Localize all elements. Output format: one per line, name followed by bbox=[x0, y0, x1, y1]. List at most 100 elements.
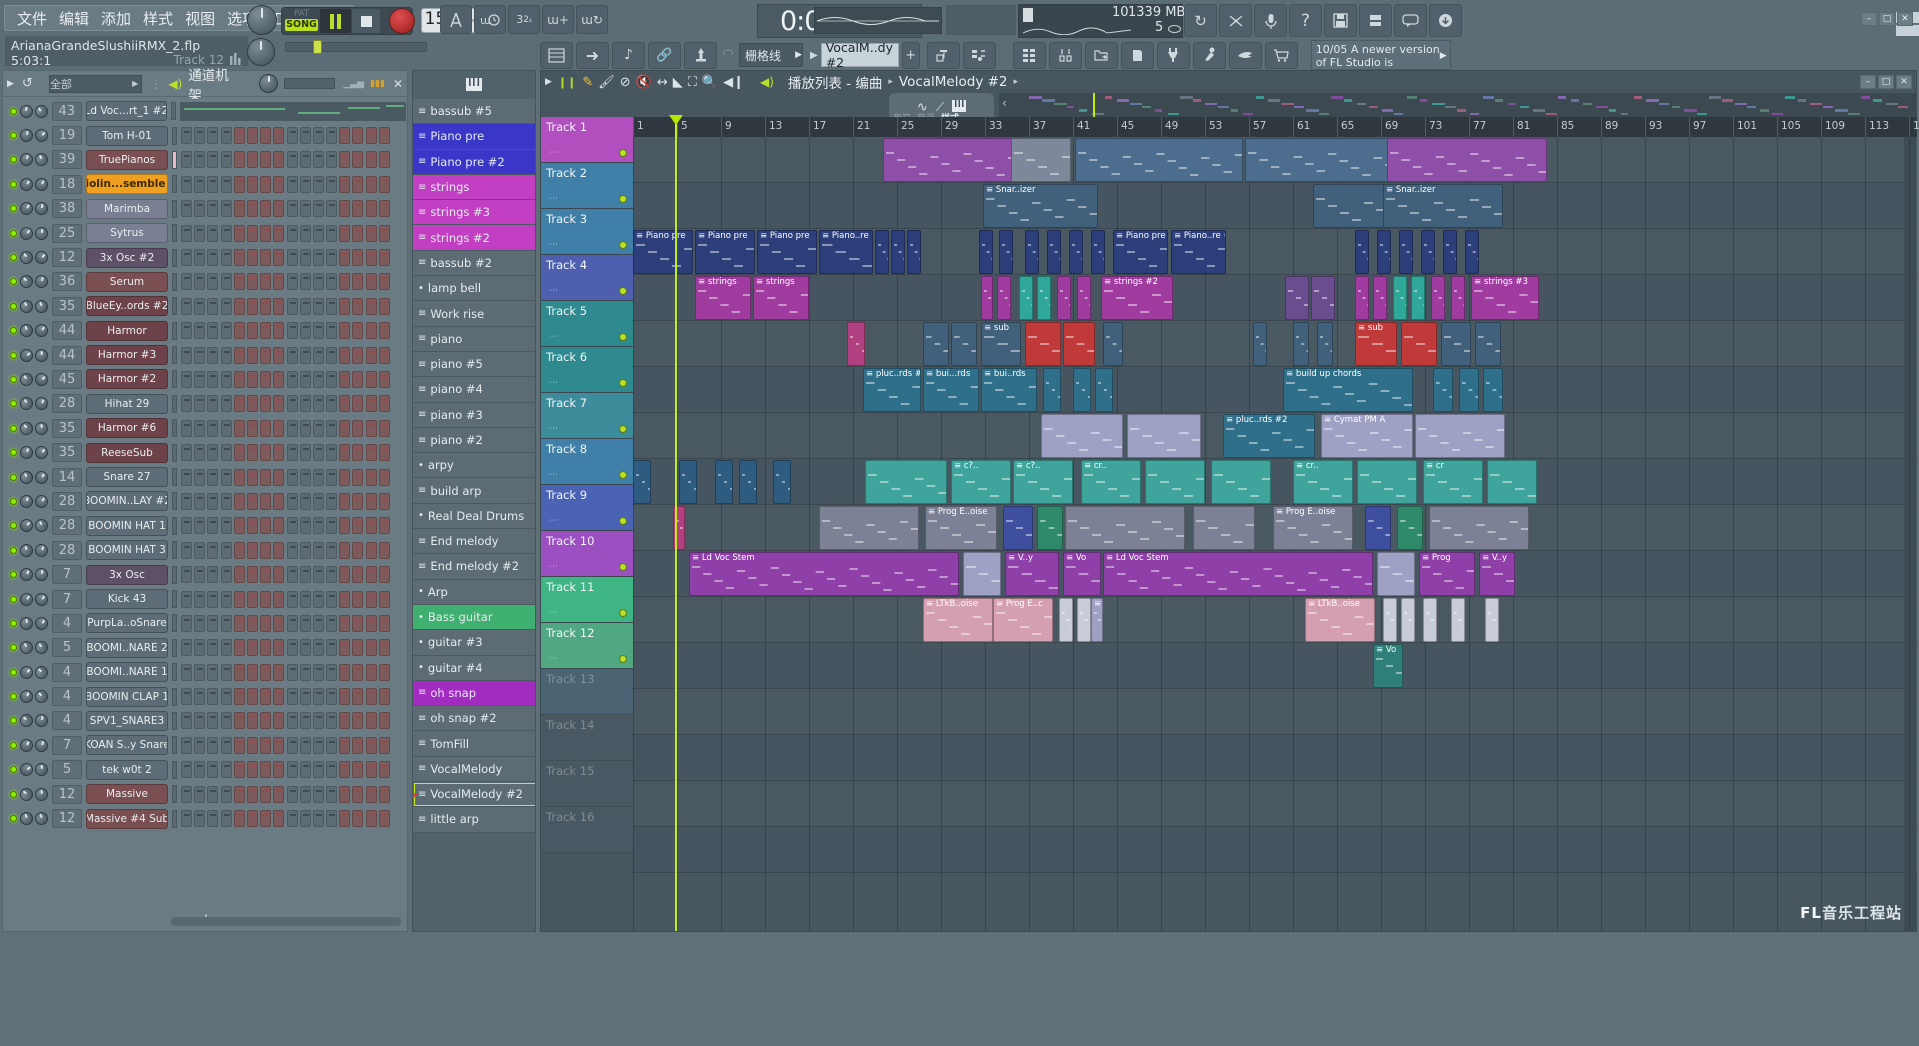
step-button[interactable] bbox=[300, 420, 311, 437]
channel-name-button[interactable]: SPV1_SNARE3 bbox=[86, 711, 168, 731]
step-button[interactable] bbox=[339, 298, 350, 315]
step-button[interactable] bbox=[326, 688, 337, 705]
step-button[interactable] bbox=[313, 469, 324, 486]
playlist-clip[interactable] bbox=[1285, 276, 1309, 320]
step-button[interactable] bbox=[287, 688, 298, 705]
step-button[interactable] bbox=[339, 200, 350, 217]
playlist-clip[interactable]: ≡ Vo bbox=[1373, 644, 1403, 688]
playlist-track-header[interactable]: Track 3 ⋯ bbox=[541, 209, 633, 255]
step-button[interactable] bbox=[352, 322, 363, 339]
step-button[interactable] bbox=[181, 176, 192, 193]
playlist-track-header[interactable]: Track 2 ⋯ bbox=[541, 163, 633, 209]
channel-row[interactable]: 5 BOOMI..NARE 2 bbox=[6, 636, 406, 660]
step-sequencer-row[interactable] bbox=[181, 395, 390, 412]
chat-icon[interactable] bbox=[1394, 4, 1427, 37]
step-button[interactable] bbox=[339, 517, 350, 534]
playlist-lane[interactable] bbox=[633, 643, 1917, 689]
channel-pan-knob[interactable] bbox=[33, 590, 51, 608]
playlist-clip[interactable] bbox=[1397, 506, 1423, 550]
playlist-clip[interactable]: ≡ bui...rds bbox=[923, 368, 979, 412]
step-button[interactable] bbox=[234, 761, 245, 778]
channel-mute-led[interactable] bbox=[10, 571, 17, 578]
step-button[interactable] bbox=[366, 566, 377, 583]
playlist-lane[interactable] bbox=[633, 367, 1917, 413]
step-button[interactable] bbox=[221, 517, 232, 534]
playlist-clip[interactable] bbox=[1423, 598, 1437, 642]
pattern-list-item[interactable]: ≡ End melody bbox=[413, 529, 536, 554]
track-options-icon[interactable]: ⋯ bbox=[549, 148, 558, 158]
step-button[interactable] bbox=[221, 469, 232, 486]
channel-pan-knob[interactable] bbox=[33, 517, 51, 535]
step-button[interactable] bbox=[287, 542, 298, 559]
channel-mixer-number[interactable]: 5 bbox=[52, 638, 82, 657]
step-button[interactable] bbox=[221, 664, 232, 681]
playlist-clip[interactable] bbox=[1127, 414, 1201, 458]
step-button[interactable] bbox=[313, 322, 324, 339]
channel-mixer-number[interactable]: 5 bbox=[52, 760, 82, 779]
step-button[interactable] bbox=[234, 420, 245, 437]
step-button[interactable] bbox=[247, 517, 258, 534]
step-button[interactable] bbox=[247, 151, 258, 168]
step-button[interactable] bbox=[300, 664, 311, 681]
channel-name-button[interactable]: Kick 43 bbox=[86, 589, 168, 609]
step-button[interactable] bbox=[260, 176, 271, 193]
step-sequencer-row[interactable] bbox=[181, 493, 390, 510]
channel-pan-knob[interactable] bbox=[32, 444, 50, 462]
overview-left-arrow[interactable]: ‹ bbox=[1002, 96, 1007, 110]
playlist-clip[interactable] bbox=[1415, 414, 1505, 458]
step-button[interactable] bbox=[366, 615, 377, 632]
step-sequencer-row[interactable] bbox=[181, 273, 390, 290]
channel-volume-knob[interactable] bbox=[18, 542, 35, 559]
step-sequencer-row[interactable] bbox=[181, 517, 390, 534]
step-button[interactable] bbox=[379, 712, 390, 729]
step-button[interactable] bbox=[234, 591, 245, 608]
step-button[interactable] bbox=[352, 225, 363, 242]
step-button[interactable] bbox=[300, 151, 311, 168]
step-button[interactable] bbox=[234, 444, 245, 461]
channel-mute-led[interactable] bbox=[10, 766, 17, 773]
step-button[interactable] bbox=[221, 371, 232, 388]
playlist-clip[interactable]: ≡ bui..rds bbox=[981, 368, 1037, 412]
menu-item-0[interactable]: 文件 bbox=[11, 8, 53, 29]
step-button[interactable] bbox=[352, 371, 363, 388]
playlist-clip[interactable] bbox=[999, 230, 1013, 274]
playlist-track-header[interactable]: Track 1 ⋯ bbox=[541, 117, 633, 163]
step-button[interactable] bbox=[287, 786, 298, 803]
step-button[interactable] bbox=[207, 420, 218, 437]
step-button[interactable] bbox=[273, 542, 284, 559]
step-button[interactable] bbox=[352, 127, 363, 144]
channel-row[interactable]: 12 Massive #4 Sub bbox=[6, 806, 406, 830]
pattern-list-item[interactable]: ≡ strings #2 bbox=[413, 225, 536, 250]
step-sequencer-row[interactable] bbox=[181, 639, 390, 656]
step-button[interactable] bbox=[352, 566, 363, 583]
step-button[interactable] bbox=[273, 444, 284, 461]
playlist-track-header[interactable]: Track 4 ⋯ bbox=[541, 255, 633, 301]
step-button[interactable] bbox=[260, 810, 271, 827]
step-button[interactable] bbox=[339, 249, 350, 266]
channel-row[interactable]: 4 SPV1_SNARE3 bbox=[6, 709, 406, 733]
channel-row[interactable]: 28 Hihat 29 bbox=[6, 392, 406, 416]
channel-pan-knob[interactable] bbox=[35, 202, 49, 216]
headphone-icon[interactable]: ◠ bbox=[720, 47, 736, 63]
playlist-clip[interactable]: ≡ Prog E..oise bbox=[1273, 506, 1353, 550]
playlist-clip[interactable]: ≡ Prog E..c bbox=[993, 598, 1053, 642]
track-enable-led[interactable] bbox=[619, 609, 627, 617]
step-button[interactable] bbox=[273, 347, 284, 364]
play-pause-button[interactable] bbox=[320, 9, 351, 33]
step-button[interactable] bbox=[221, 737, 232, 754]
step-button[interactable] bbox=[287, 298, 298, 315]
channel-pan-knob[interactable] bbox=[32, 370, 50, 388]
master-pitch-knob[interactable] bbox=[247, 5, 277, 35]
channel-mixer-number[interactable]: 35 bbox=[52, 419, 82, 438]
step-button[interactable] bbox=[366, 395, 377, 412]
step-button[interactable] bbox=[221, 200, 232, 217]
channel-pan-knob[interactable] bbox=[32, 102, 50, 120]
channel-mixer-number[interactable]: 44 bbox=[52, 346, 82, 365]
step-button[interactable] bbox=[300, 688, 311, 705]
step-sequencer-row[interactable] bbox=[181, 591, 390, 608]
step-button[interactable] bbox=[181, 493, 192, 510]
playlist-clip[interactable] bbox=[907, 230, 921, 274]
step-button[interactable] bbox=[352, 688, 363, 705]
step-button[interactable] bbox=[181, 395, 192, 412]
step-button[interactable] bbox=[287, 737, 298, 754]
